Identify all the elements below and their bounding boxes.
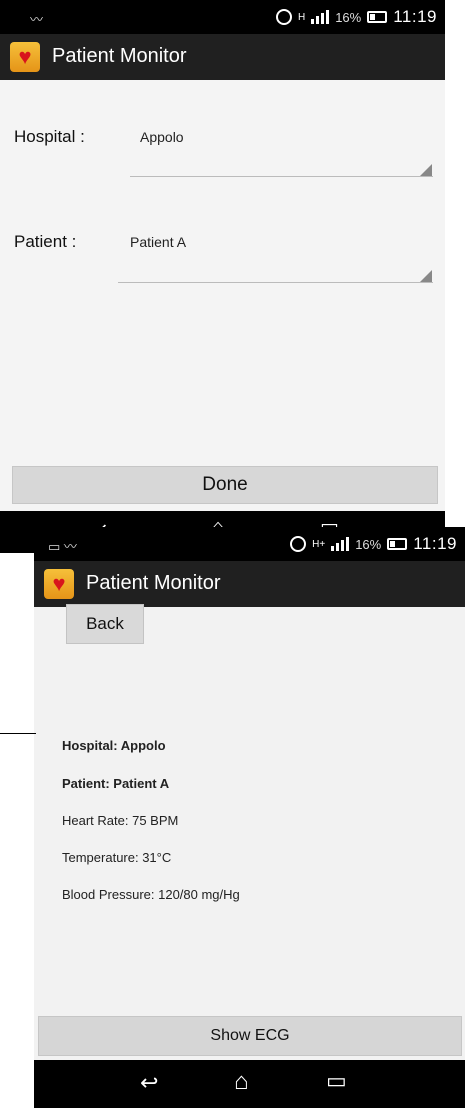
battery-percent: 16% [335,9,362,25]
action-bar: ♥ Patient Monitor [0,34,445,80]
alarm-clock-icon [290,536,307,552]
network-type-label: H [297,11,306,23]
back-button[interactable]: Back [66,604,144,644]
action-bar: ♥ Patient Monitor [34,561,465,607]
dropdown-triangle-icon[interactable] [420,270,432,282]
navigation-bar: ↩ ⌂ ▭ [34,1060,465,1108]
done-button[interactable]: Done [12,466,438,504]
recents-icon[interactable]: ▭ [326,1070,347,1092]
patient-details-screen: ▭ 〰 H+ 16% 11:19 ♥ Patient Monitor Back … [34,527,465,1108]
divider-line [0,733,36,734]
status-bar: ▭ 〰 H+ 16% 11:19 [34,527,465,561]
heart-rate-detail: Heart Rate: 75 BPM [62,813,179,828]
app-title: Patient Monitor [86,572,221,594]
clock-time: 11:19 [413,534,457,553]
blood-pressure-detail: Blood Pressure: 120/80 mg/Hg [62,887,240,902]
hospital-spinner-underline [130,176,433,177]
network-type-label: H+ [312,538,326,550]
patient-label: Patient : [14,232,77,251]
back-arrow-icon[interactable]: ↩ [140,1072,158,1094]
temperature-detail: Temperature: 31°C [62,850,172,865]
battery-icon [367,11,388,23]
battery-percent: 16% [355,536,382,552]
hospital-detail: Hospital: Appolo [62,738,166,753]
signal-icon [331,537,350,551]
dropdown-triangle-icon[interactable] [420,164,432,176]
hospital-spinner-value[interactable]: Appolo [140,129,184,145]
hospital-selection-screen: 〰 H 16% 11:19 ♥ Patient Monitor Hospital… [0,0,445,553]
patient-spinner-value[interactable]: Patient A [130,234,186,250]
status-bar: 〰 H 16% 11:19 [0,0,445,34]
battery-icon [387,538,408,550]
home-icon[interactable]: ⌂ [234,1070,249,1094]
activity-icon: 〰 [30,12,44,27]
show-ecg-button[interactable]: Show ECG [38,1016,462,1056]
patient-spinner-underline [118,282,433,283]
signal-icon [311,10,330,24]
clock-time: 11:19 [393,7,437,26]
alarm-clock-icon [275,9,292,25]
patient-detail: Patient: Patient A [62,776,170,791]
heart-logo-icon: ♥ [10,42,40,72]
app-title: Patient Monitor [52,45,187,67]
gallery-activity-icon: ▭ 〰 [48,539,77,554]
heart-logo-icon: ♥ [44,569,74,599]
hospital-label: Hospital : [14,127,85,146]
